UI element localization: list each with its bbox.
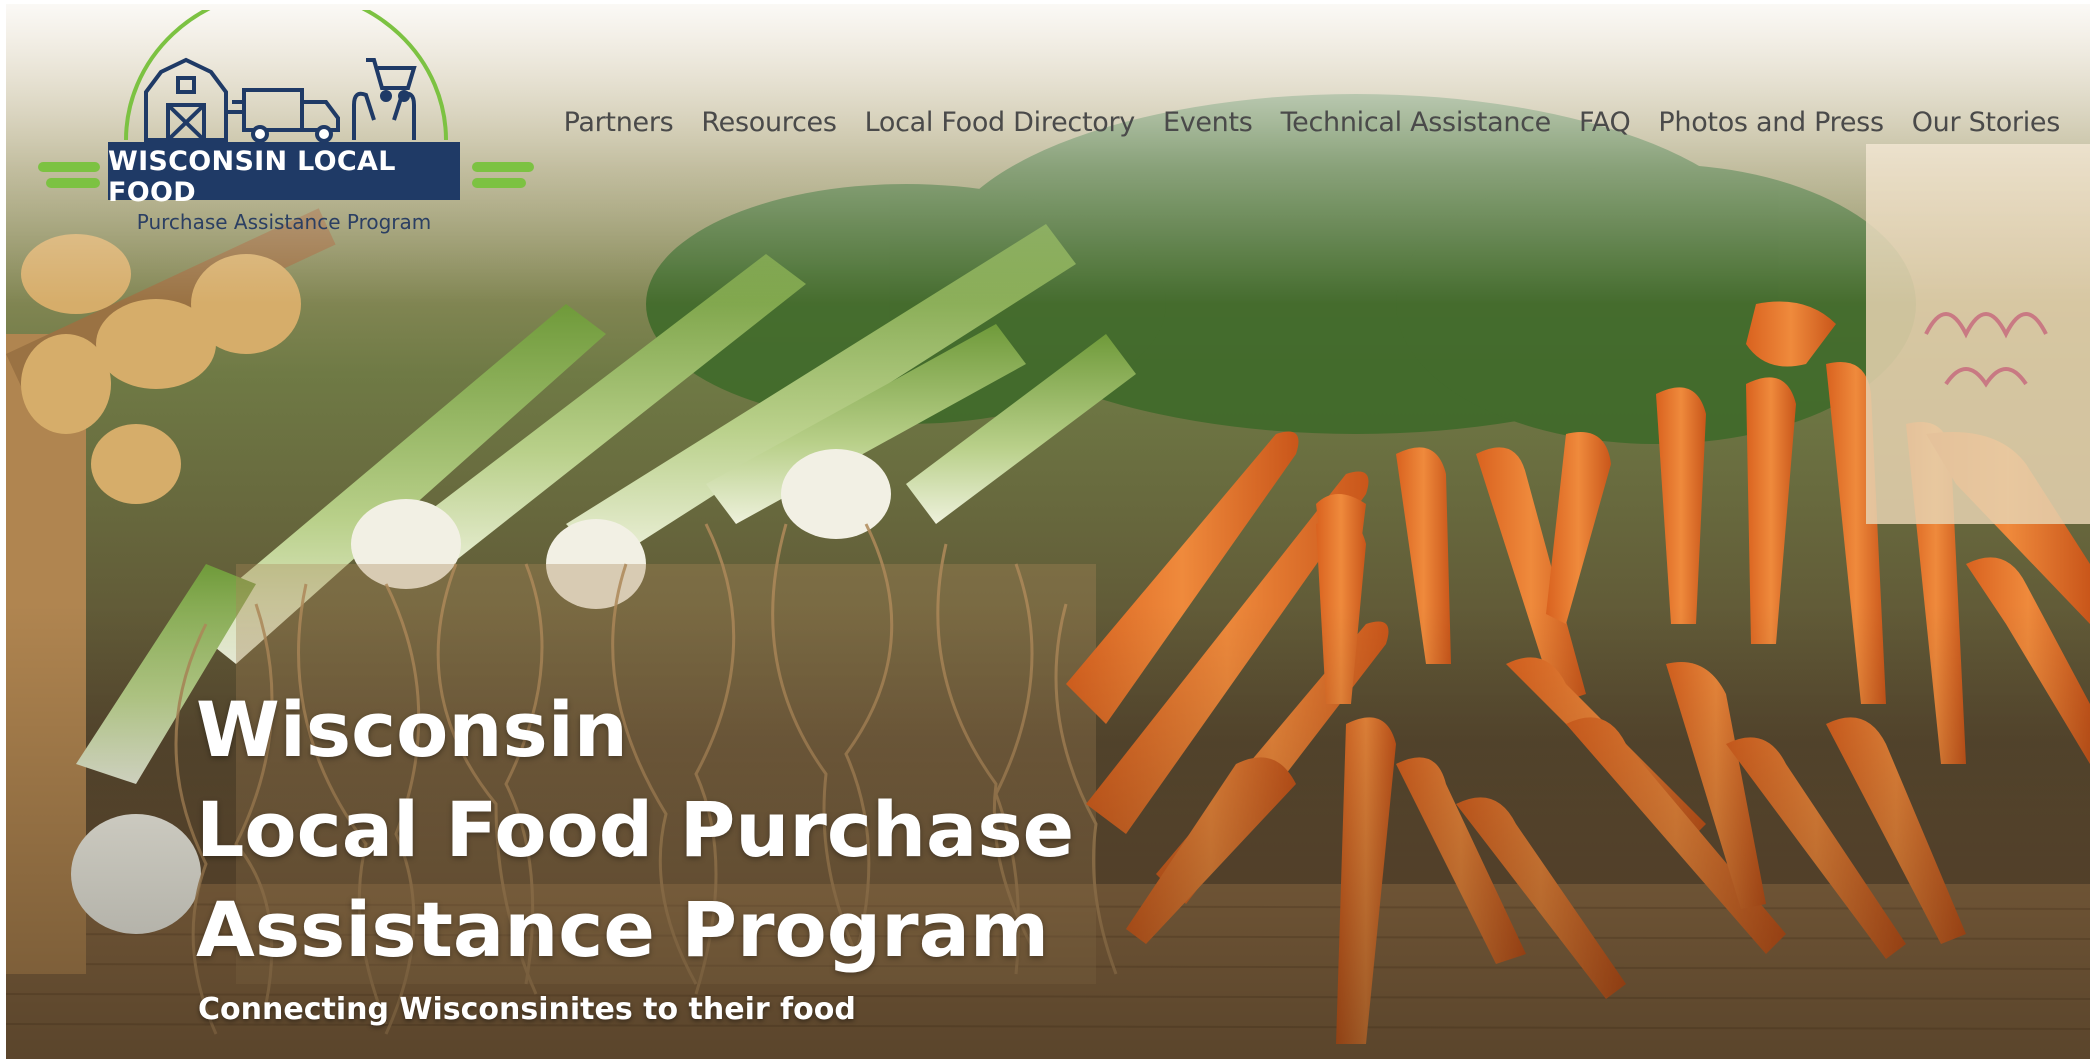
barn-icon: [144, 57, 228, 142]
hands-cart-icon: [352, 58, 417, 140]
logo-right-bar: [472, 162, 534, 172]
hero-headline-line: Wisconsin: [196, 685, 628, 774]
hero-headline: Wisconsin Local Food Purchase Assistance…: [196, 680, 1074, 980]
nav-item-events[interactable]: Events: [1163, 107, 1253, 138]
nav-item-local-food-directory[interactable]: Local Food Directory: [865, 107, 1136, 138]
logo-left-bar: [46, 178, 100, 188]
hero-subtitle: Connecting Wisconsinites to their food: [198, 992, 856, 1027]
hero-banner: WISCONSIN LOCAL FOOD Purchase Assistance…: [6, 4, 2090, 1059]
main-navigation: Partners Resources Local Food Directory …: [564, 100, 2061, 144]
logo-tagline: Purchase Assistance Program: [136, 210, 432, 234]
nav-item-technical-assistance[interactable]: Technical Assistance: [1281, 107, 1552, 138]
delivery-truck-icon: [228, 88, 340, 143]
hero-headline-line: Local Food Purchase: [196, 785, 1075, 874]
logo-left-bar: [38, 162, 100, 172]
nav-item-faq[interactable]: FAQ: [1579, 107, 1631, 138]
nav-item-our-stories[interactable]: Our Stories: [1912, 107, 2061, 138]
nav-item-partners[interactable]: Partners: [564, 107, 674, 138]
nav-item-resources[interactable]: Resources: [701, 107, 836, 138]
hero-headline-line: Assistance Program: [196, 885, 1050, 974]
logo-arc: [124, 10, 448, 141]
logo-right-bar: [472, 178, 526, 188]
site-logo[interactable]: WISCONSIN LOCAL FOOD Purchase Assistance…: [36, 10, 536, 234]
nav-item-photos-and-press[interactable]: Photos and Press: [1658, 107, 1884, 138]
logo-name: WISCONSIN LOCAL FOOD: [108, 146, 396, 208]
